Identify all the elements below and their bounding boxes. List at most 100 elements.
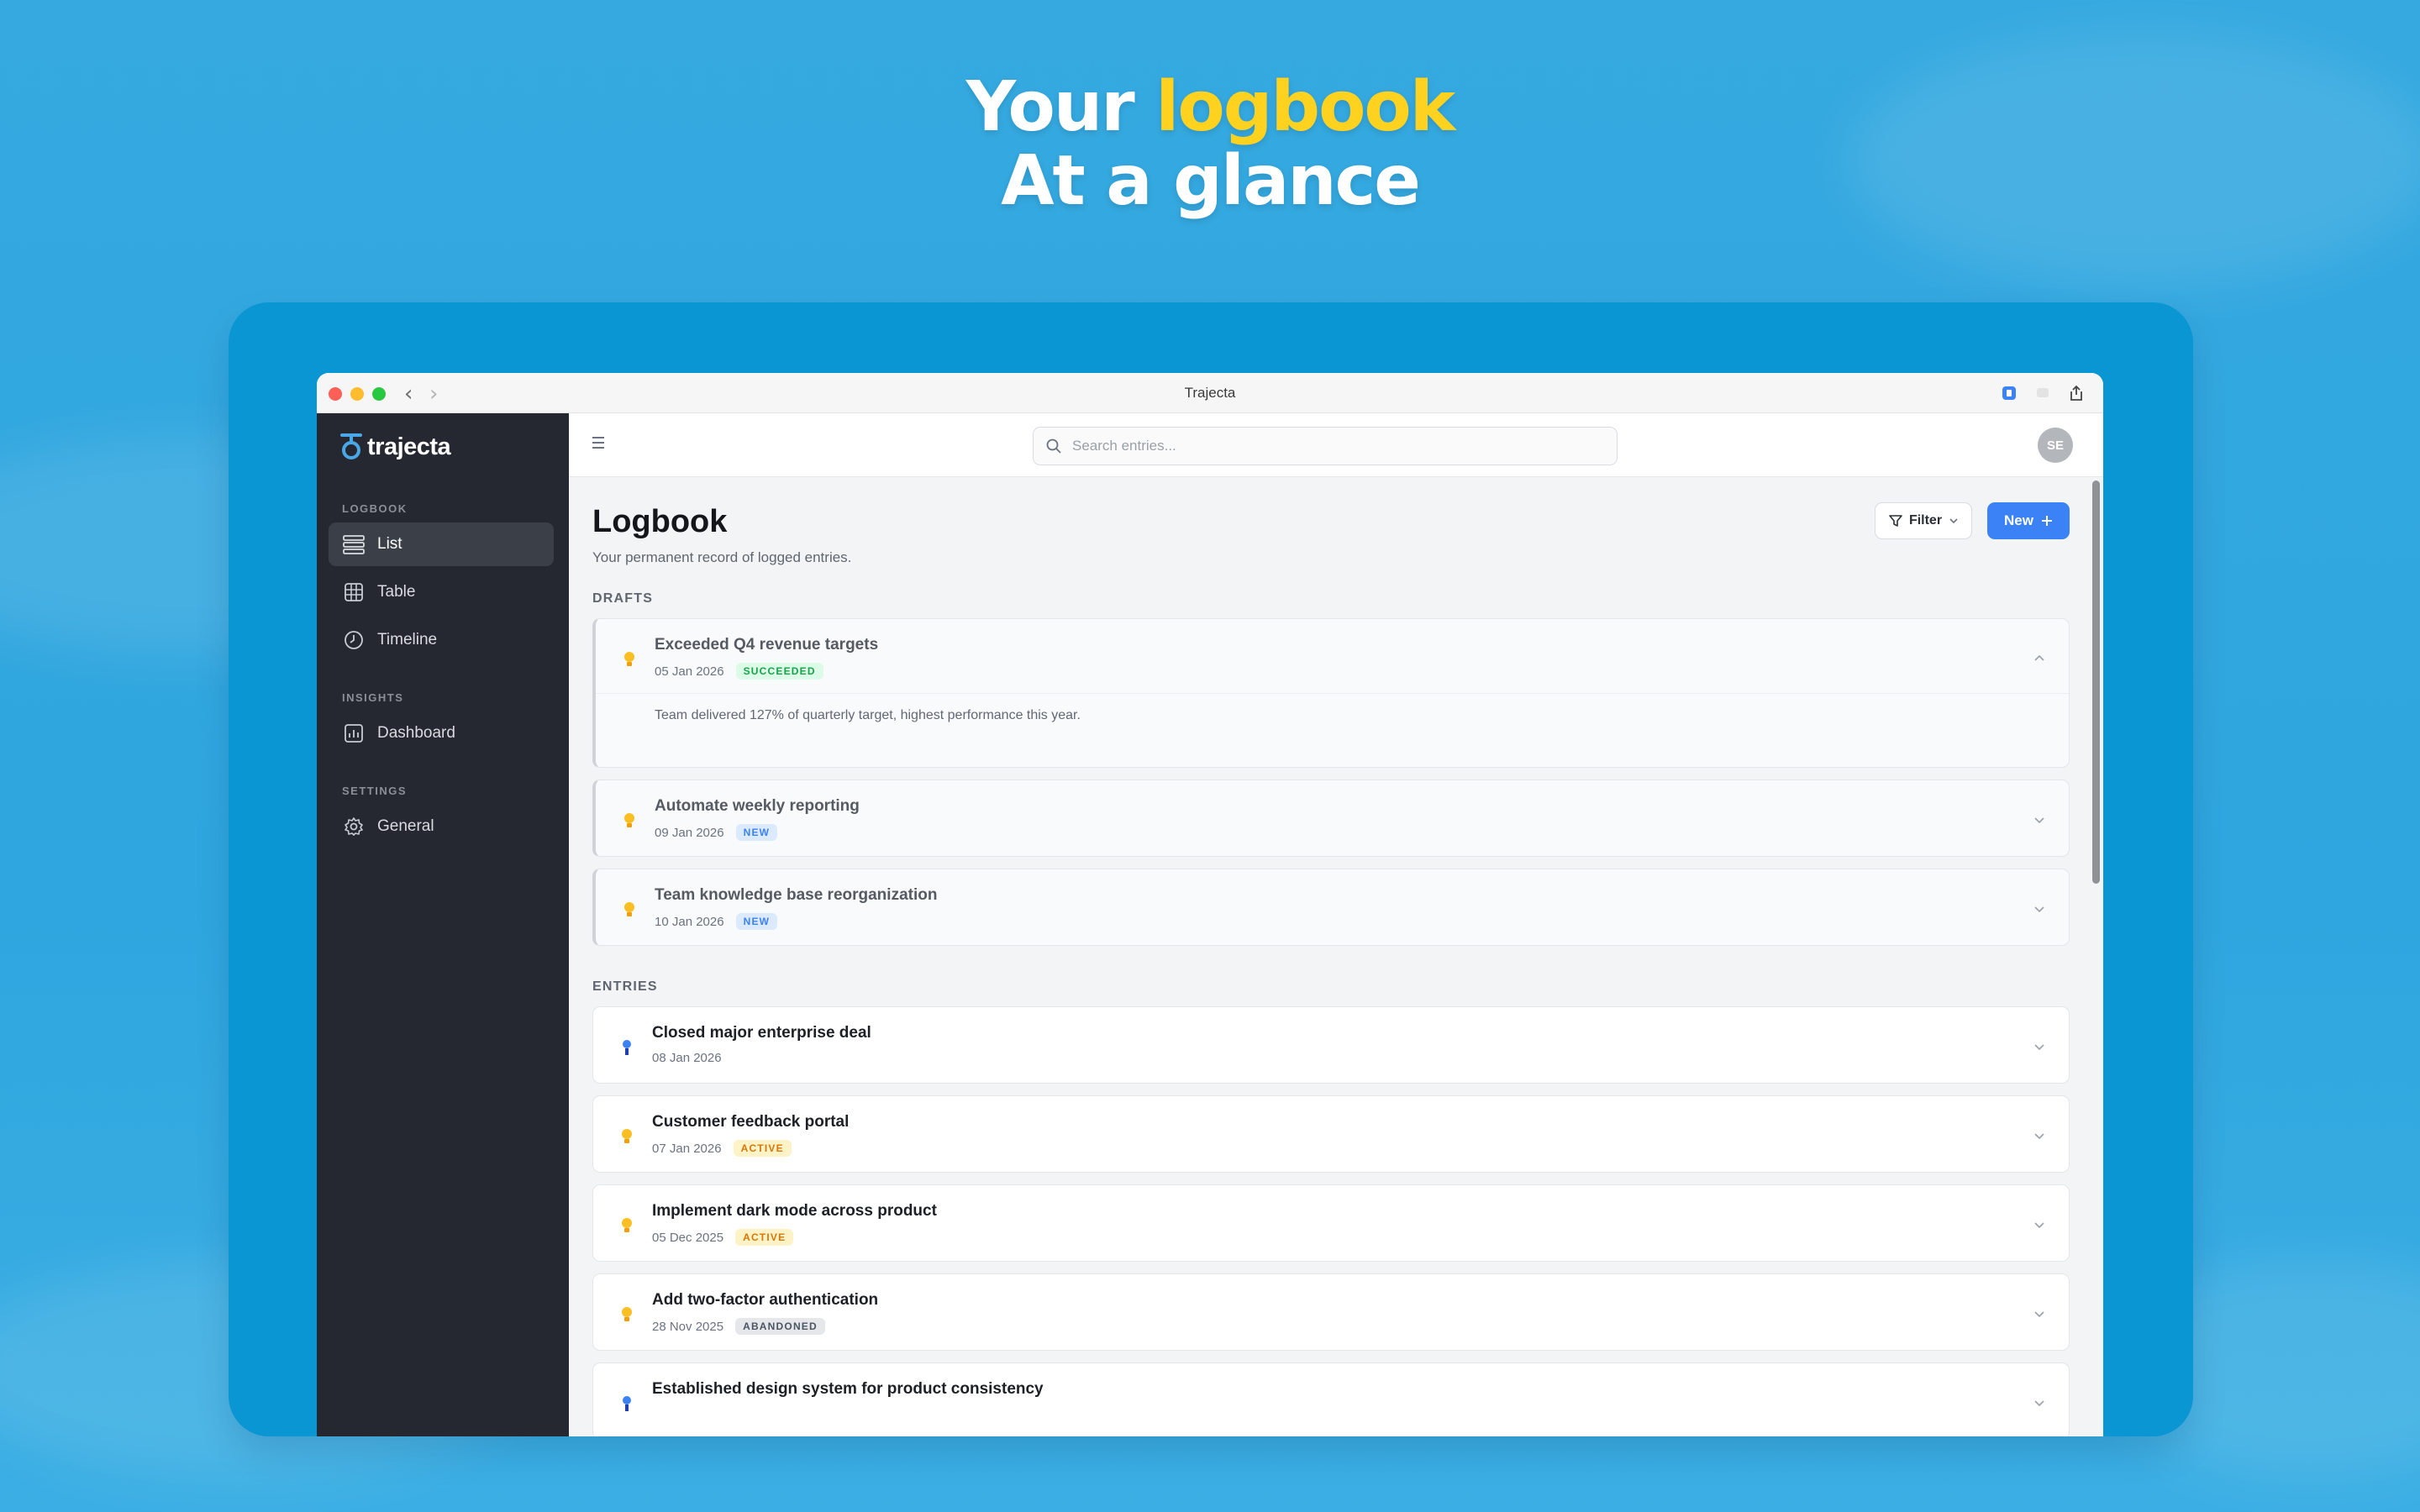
section-label-insights: INSIGHTS [342, 691, 404, 704]
medal-icon [623, 1396, 631, 1411]
extension-icon[interactable] [2001, 385, 2018, 402]
page-title: Logbook [592, 504, 728, 539]
chevron-down-icon[interactable] [2032, 812, 2047, 827]
entry-title: Implement dark mode across product [652, 1202, 937, 1220]
drafts-label: DRAFTS [592, 591, 654, 606]
sidebar-item-label: List [377, 535, 402, 553]
entry-title: Established design system for product co… [652, 1380, 1044, 1398]
draft-card[interactable]: Exceeded Q4 revenue targets 05 Jan 2026 … [592, 618, 2070, 768]
search-icon [1046, 438, 1061, 454]
lightbulb-icon [624, 652, 634, 666]
draft-card[interactable]: Automate weekly reporting 09 Jan 2026 NE… [592, 780, 2070, 857]
entry-date: 05 Dec 2025 [652, 1230, 724, 1245]
scrollbar-thumb[interactable] [2092, 480, 2100, 884]
sidebar-item-label: General [377, 817, 434, 835]
entry-card[interactable]: Established design system for product co… [592, 1362, 2070, 1436]
entry-card[interactable]: Closed major enterprise deal 08 Jan 2026 [592, 1006, 2070, 1084]
entry-title: Add two-factor authentication [652, 1291, 879, 1309]
marketing-headline: Your logbook At a glance [0, 71, 2420, 218]
status-badge: SUCCEEDED [735, 663, 823, 680]
sidebar-item-table[interactable]: Table [329, 570, 554, 614]
status-badge: NEW [735, 913, 778, 930]
app-window: ‹ › Trajecta trajecta LOGBOOK List Table… [317, 373, 2103, 1436]
entry-meta: 05 Jan 2026 SUCCEEDED [655, 663, 823, 680]
gear-icon [342, 815, 366, 838]
new-label: New [2004, 512, 2033, 528]
logo-text: trajecta [367, 433, 451, 460]
device-frame: ‹ › Trajecta trajecta LOGBOOK List Table… [229, 302, 2193, 1436]
chevron-down-icon[interactable] [2032, 1395, 2047, 1410]
entry-title: Team knowledge base reorganization [655, 886, 938, 904]
entry-meta: 05 Dec 2025 ACTIVE [652, 1229, 794, 1246]
chevron-down-icon [1949, 518, 1958, 524]
entries-label: ENTRIES [592, 979, 658, 994]
entry-date: 08 Jan 2026 [652, 1051, 722, 1065]
draft-card[interactable]: Team knowledge base reorganization 10 Ja… [592, 869, 2070, 946]
window-title: Trajecta [1184, 385, 1236, 401]
headline-highlight: logbook [1155, 67, 1455, 147]
entry-title: Exceeded Q4 revenue targets [655, 636, 879, 654]
sidebar-item-list[interactable]: List [329, 522, 554, 566]
lightbulb-icon [622, 1218, 632, 1232]
entry-card[interactable]: Implement dark mode across product 05 De… [592, 1184, 2070, 1262]
entry-meta: 09 Jan 2026 NEW [655, 824, 778, 841]
entry-card[interactable]: Customer feedback portal 07 Jan 2026 ACT… [592, 1095, 2070, 1173]
entry-date: 09 Jan 2026 [655, 825, 724, 840]
sidebar-item-general[interactable]: General [329, 805, 554, 848]
grid-icon [342, 580, 366, 604]
chevron-down-icon[interactable] [2032, 1039, 2047, 1054]
status-badge: ABANDONED [735, 1318, 825, 1335]
filter-icon [1889, 515, 1902, 527]
status-badge: ACTIVE [735, 1229, 794, 1246]
sidebar: trajecta LOGBOOK List Table Timeline INS… [317, 413, 569, 1436]
entry-date: 05 Jan 2026 [655, 664, 724, 679]
title-bar: ‹ › Trajecta [317, 373, 2103, 413]
section-label-logbook: LOGBOOK [342, 502, 408, 515]
entry-date: 07 Jan 2026 [652, 1141, 722, 1156]
section-label-settings: SETTINGS [342, 785, 408, 797]
menu-icon[interactable] [591, 435, 608, 450]
chevron-down-icon[interactable] [2032, 1128, 2047, 1143]
entry-card[interactable]: Add two-factor authentication 28 Nov 202… [592, 1273, 2070, 1351]
entry-meta: 10 Jan 2026 NEW [655, 913, 778, 930]
chart-icon [342, 722, 366, 745]
new-entry-button[interactable]: New [1987, 502, 2070, 539]
chevron-down-icon[interactable] [2032, 1306, 2047, 1321]
plus-icon [2041, 516, 2052, 526]
share-icon[interactable] [2068, 385, 2085, 402]
chevron-down-icon[interactable] [2032, 1217, 2047, 1232]
trajecta-logo-icon [340, 433, 362, 459]
chevron-down-icon[interactable] [2032, 901, 2047, 916]
page-subtitle: Your permanent record of logged entries. [592, 549, 852, 565]
entry-description: Team delivered 127% of quarterly target,… [655, 708, 1081, 722]
sidebar-item-label: Dashboard [377, 724, 455, 742]
status-badge: NEW [735, 824, 778, 841]
top-bar: Search entries... SE [569, 413, 2103, 477]
entry-date: 28 Nov 2025 [652, 1319, 724, 1334]
lightbulb-icon [622, 1307, 632, 1321]
search-placeholder: Search entries... [1072, 438, 1176, 454]
headline-pre: Your [965, 67, 1156, 147]
entry-date: 10 Jan 2026 [655, 914, 724, 929]
lightbulb-icon [622, 1129, 632, 1143]
entry-meta: 07 Jan 2026 ACTIVE [652, 1140, 792, 1157]
sidebar-item-timeline[interactable]: Timeline [329, 618, 554, 662]
chat-icon[interactable] [2034, 385, 2051, 402]
entry-meta: 28 Nov 2025 ABANDONED [652, 1318, 825, 1335]
lightbulb-icon [624, 902, 634, 916]
sidebar-item-label: Table [377, 583, 416, 601]
sidebar-item-dashboard[interactable]: Dashboard [329, 711, 554, 755]
status-badge: ACTIVE [733, 1140, 792, 1157]
app-logo[interactable]: trajecta [339, 432, 451, 462]
clock-icon [342, 628, 366, 652]
entry-title: Automate weekly reporting [655, 797, 860, 815]
avatar[interactable]: SE [2038, 428, 2073, 463]
chevron-up-icon[interactable] [2032, 651, 2047, 666]
filter-button[interactable]: Filter [1875, 502, 1972, 539]
filter-label: Filter [1908, 513, 1943, 528]
entry-meta: 08 Jan 2026 [652, 1051, 722, 1065]
main-content: Search entries... SE Logbook Your perman… [569, 413, 2103, 1436]
medal-icon [623, 1040, 631, 1055]
search-input[interactable]: Search entries... [1033, 427, 1618, 465]
headline-line2: At a glance [1001, 141, 1421, 221]
